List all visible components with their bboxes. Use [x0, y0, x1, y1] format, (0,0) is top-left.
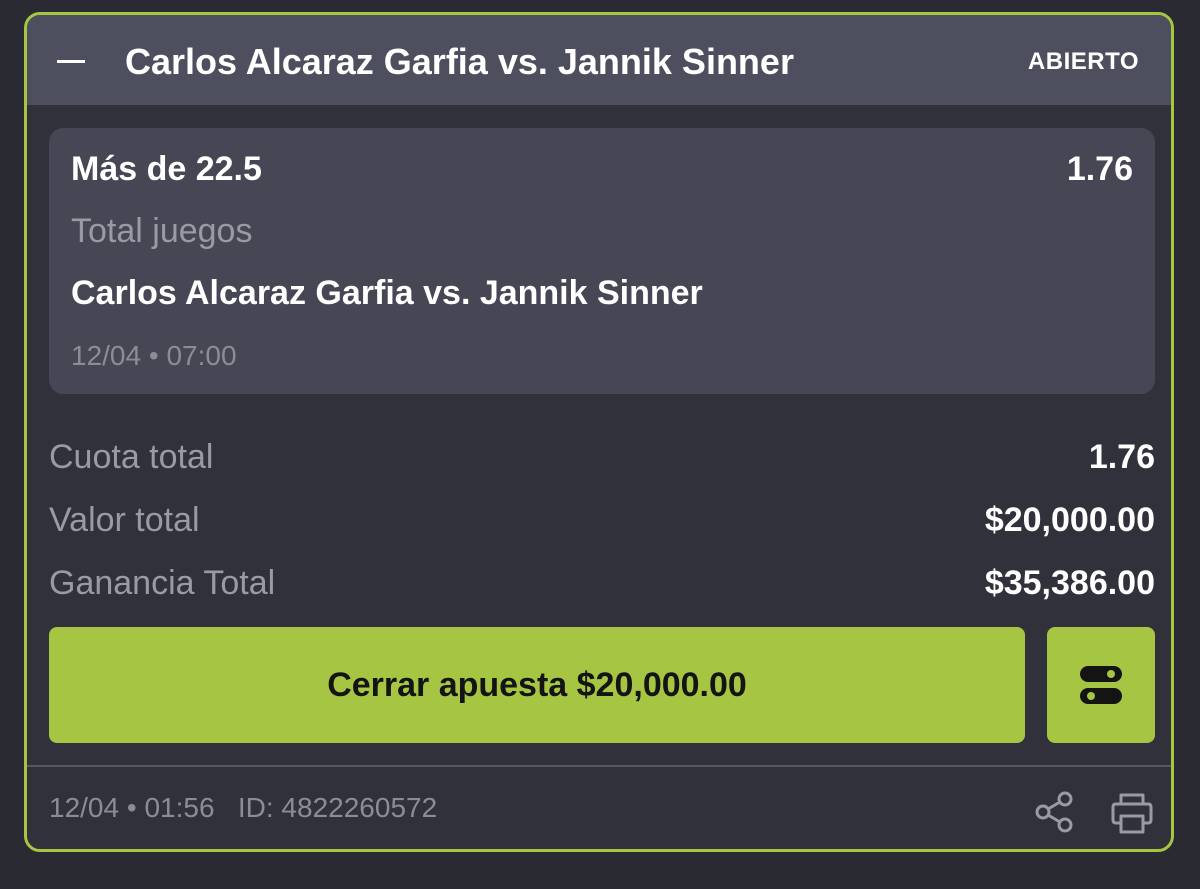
selection-name: Más de 22.5 — [71, 150, 262, 188]
summary-payout-value: $35,386.00 — [984, 564, 1155, 602]
summary-stake-value: $20,000.00 — [984, 501, 1155, 539]
summary-odds-value: 1.76 — [1088, 438, 1155, 476]
minus-icon[interactable] — [57, 60, 85, 63]
selection-event: Carlos Alcaraz Garfia vs. Jannik Sinner — [71, 274, 703, 312]
selection-odds: 1.76 — [1066, 150, 1133, 188]
footer-info: 12/04 • 01:56 ID: 4822260572 — [49, 792, 438, 823]
share-icon[interactable] — [1032, 790, 1076, 834]
summary-odds-label: Cuota total — [49, 438, 214, 476]
summary-stake-row: Valor total $20,000.00 — [49, 501, 1155, 545]
bet-id: ID: 4822260572 — [237, 792, 438, 823]
toggle-button[interactable] — [1047, 627, 1155, 743]
selection-market: Total juegos — [71, 212, 253, 250]
event-title: Carlos Alcaraz Garfia vs. Jannik Sinner — [125, 41, 794, 82]
toggle-icon — [1080, 666, 1122, 704]
bet-time: 01:56 — [144, 792, 215, 823]
print-icon[interactable] — [1109, 791, 1155, 835]
status-badge: ABIERTO — [1027, 48, 1139, 75]
selection-date: 12/04 — [71, 340, 142, 371]
cashout-button[interactable]: Cerrar apuesta $20,000.00 — [49, 627, 1025, 743]
summary-stake-label: Valor total — [49, 501, 200, 539]
selection-datetime: 12/04 • 07:00 — [71, 340, 237, 371]
bet-header[interactable]: Carlos Alcaraz Garfia vs. Jannik Sinner … — [27, 15, 1171, 105]
selection-box: Más de 22.5 1.76 Total juegos Carlos Alc… — [49, 128, 1155, 394]
footer-divider — [27, 765, 1171, 767]
bet-card: Carlos Alcaraz Garfia vs. Jannik Sinner … — [24, 12, 1174, 852]
cashout-label: Cerrar apuesta $20,000.00 — [327, 665, 747, 704]
summary-payout-label: Ganancia Total — [49, 564, 276, 602]
summary-payout-row: Ganancia Total $35,386.00 — [49, 564, 1155, 608]
summary-odds-row: Cuota total 1.76 — [49, 438, 1155, 482]
bet-date: 12/04 — [49, 792, 120, 823]
selection-time: 07:00 — [166, 340, 237, 371]
